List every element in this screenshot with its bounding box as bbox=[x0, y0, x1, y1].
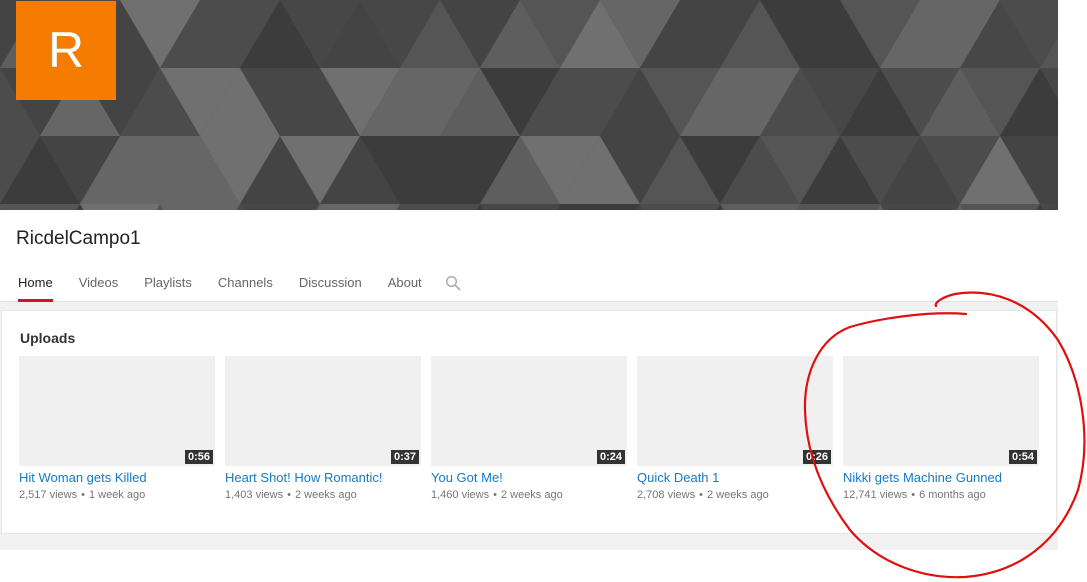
channel-avatar[interactable]: R bbox=[16, 1, 116, 100]
tab-home[interactable]: Home bbox=[5, 268, 66, 302]
tab-label: Playlists bbox=[144, 275, 192, 290]
tab-channels[interactable]: Channels bbox=[205, 268, 286, 302]
channel-page: R RicdelCampo1 Home Videos Playlists Cha… bbox=[0, 0, 1087, 582]
tab-label: About bbox=[387, 275, 422, 290]
meta-separator: • bbox=[911, 489, 916, 501]
video-meta: 1,460 views • 2 weeks ago bbox=[431, 488, 627, 502]
tab-discussion[interactable]: Discussion bbox=[286, 268, 375, 302]
tab-label: Discussion bbox=[298, 275, 362, 290]
video-title[interactable]: Nikki gets Machine Gunned bbox=[843, 470, 1039, 486]
video-duration: 0:56 bbox=[184, 450, 213, 464]
video-thumbnail[interactable]: 0:37 bbox=[225, 356, 421, 466]
video-card: 0:54 Nikki gets Machine Gunned 12,741 vi… bbox=[843, 356, 1039, 502]
video-views: 2,517 views bbox=[19, 489, 78, 501]
video-age: 2 weeks ago bbox=[294, 489, 357, 501]
video-card: 0:24 You Got Me! 1,460 views • 2 weeks ago bbox=[431, 356, 627, 502]
meta-separator: • bbox=[287, 489, 291, 501]
tab-about[interactable]: About bbox=[375, 268, 435, 302]
uploads-heading[interactable]: Uploads bbox=[20, 330, 75, 346]
video-age: 2 weeks ago bbox=[706, 489, 769, 501]
banner-pattern bbox=[0, 0, 1058, 210]
tab-label: Channels bbox=[217, 275, 273, 290]
video-duration: 0:24 bbox=[596, 450, 625, 464]
video-views: 12,741 views bbox=[843, 489, 908, 501]
video-title[interactable]: You Got Me! bbox=[431, 470, 627, 486]
channel-banner: R bbox=[0, 0, 1058, 210]
video-card: 0:37 Heart Shot! How Romantic! 1,403 vie… bbox=[225, 356, 421, 502]
video-title[interactable]: Heart Shot! How Romantic! bbox=[225, 470, 421, 486]
channel-tabs: Home Videos Playlists Channels Discussio… bbox=[5, 268, 475, 302]
video-age: 2 weeks ago bbox=[500, 489, 563, 501]
video-views: 1,403 views bbox=[225, 489, 284, 501]
video-title[interactable]: Quick Death 1 bbox=[637, 470, 833, 486]
video-meta: 12,741 views • 6 months ago bbox=[843, 488, 1039, 502]
channel-header: RicdelCampo1 Home Videos Playlists Chann… bbox=[0, 210, 1058, 302]
video-age: 1 week ago bbox=[88, 489, 146, 501]
video-meta: 1,403 views • 2 weeks ago bbox=[225, 488, 421, 502]
meta-separator: • bbox=[699, 489, 703, 501]
meta-separator: • bbox=[493, 489, 497, 501]
tab-label: Videos bbox=[78, 275, 119, 290]
tab-playlists[interactable]: Playlists bbox=[131, 268, 205, 302]
uploads-shelf: Uploads 0:56 Hit Woman gets Killed 2,517… bbox=[1, 310, 1057, 534]
video-views: 1,460 views bbox=[431, 489, 490, 501]
video-card: 0:56 Hit Woman gets Killed 2,517 views • 1… bbox=[19, 356, 215, 502]
video-views: 2,708 views bbox=[637, 489, 696, 501]
video-age: 6 months ago bbox=[919, 489, 986, 501]
channel-title: RicdelCampo1 bbox=[16, 228, 141, 249]
search-icon bbox=[445, 275, 461, 291]
meta-separator: • bbox=[81, 489, 85, 501]
video-meta: 2,708 views • 2 weeks ago bbox=[637, 488, 833, 502]
video-thumbnail[interactable]: 0:54 bbox=[843, 356, 1039, 466]
video-meta: 2,517 views • 1 week ago bbox=[19, 488, 215, 502]
tab-label: Home bbox=[18, 275, 53, 290]
video-duration: 0:54 bbox=[1008, 450, 1037, 464]
avatar-letter: R bbox=[47, 22, 85, 78]
tab-videos[interactable]: Videos bbox=[66, 268, 132, 302]
video-thumbnail[interactable]: 0:56 bbox=[19, 356, 215, 466]
video-thumbnail[interactable]: 0:24 bbox=[431, 356, 627, 466]
video-duration: 0:26 bbox=[802, 450, 831, 464]
channel-search-button[interactable] bbox=[435, 268, 475, 302]
video-thumbnail[interactable]: 0:26 bbox=[637, 356, 833, 466]
video-card: 0:26 Quick Death 1 2,708 views • 2 weeks a… bbox=[637, 356, 833, 502]
video-duration: 0:37 bbox=[390, 450, 419, 464]
video-title[interactable]: Hit Woman gets Killed bbox=[19, 470, 215, 486]
